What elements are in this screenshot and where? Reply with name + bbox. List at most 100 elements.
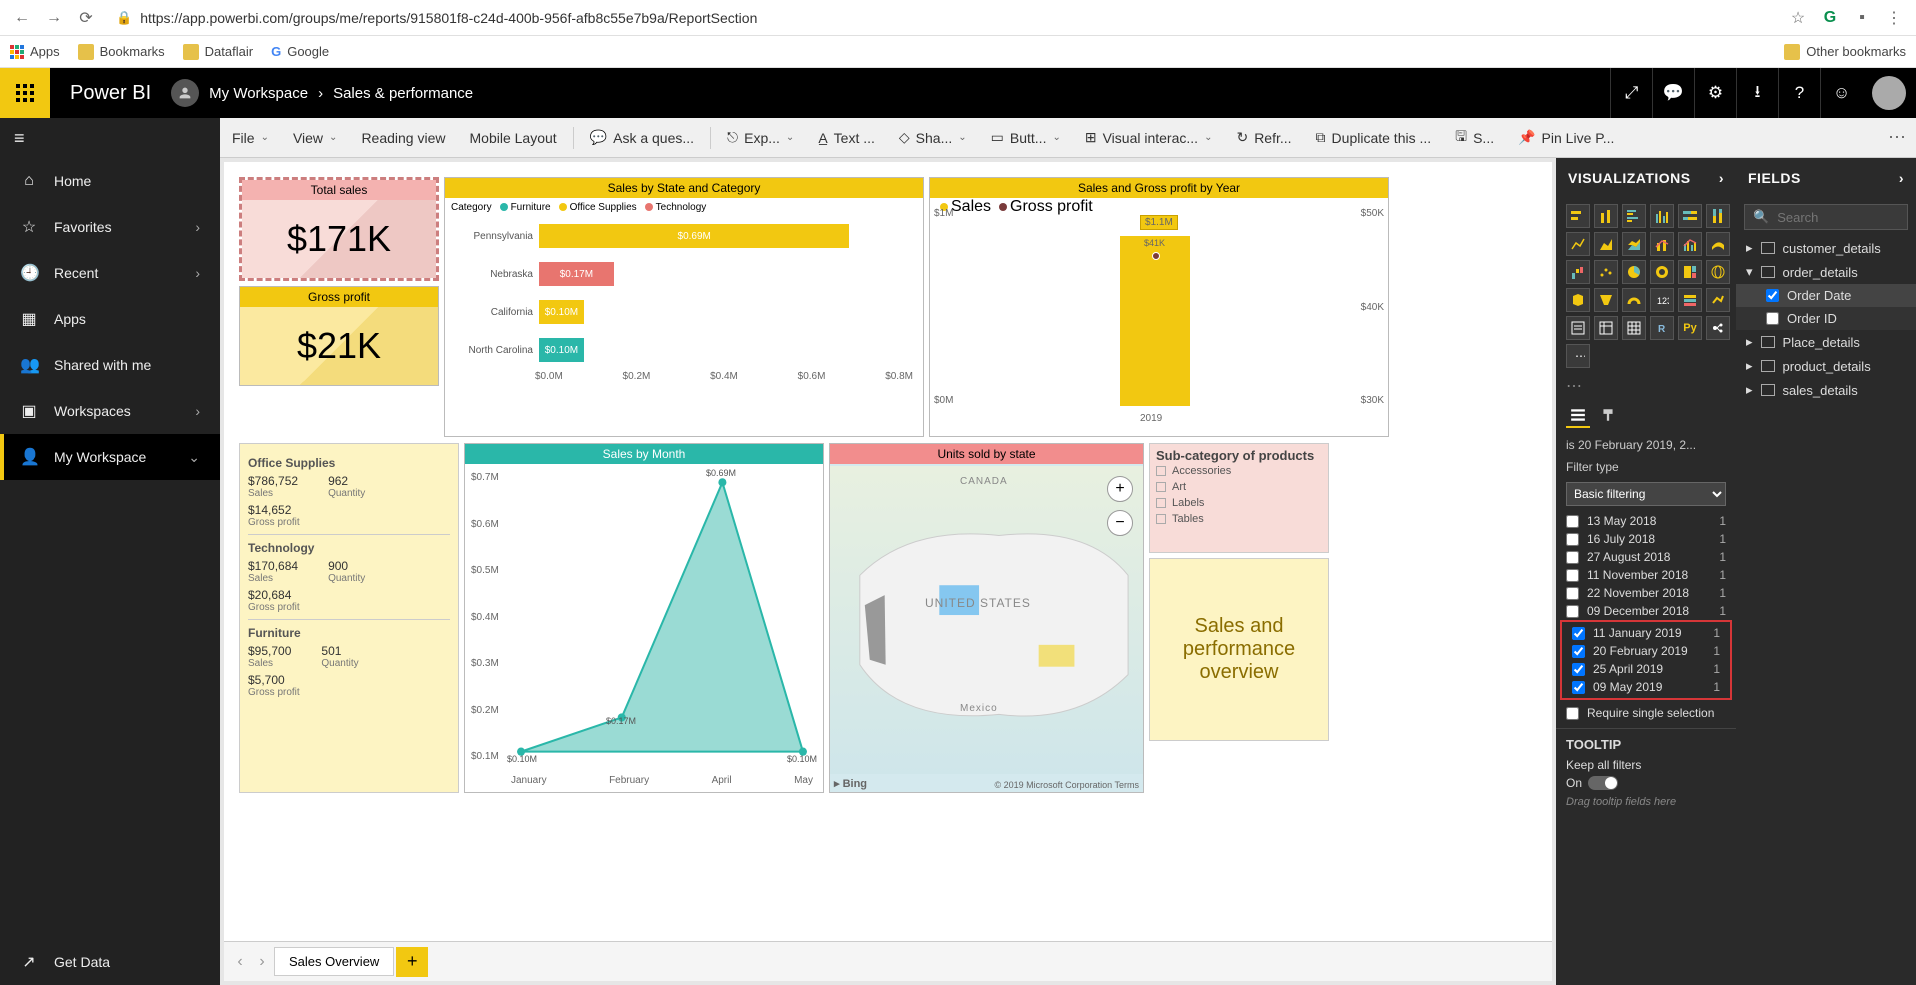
field-table[interactable]: ▸product_details [1736,354,1916,378]
other-bookmarks[interactable]: Other bookmarks [1784,44,1906,60]
bar-chart-sales-by-state[interactable]: Sales by State and Category CategoryFurn… [444,177,924,437]
report-tab[interactable]: Sales Overview [274,947,394,976]
multi-row-card[interactable]: Office Supplies$786,752Sales962Quantity$… [239,443,459,793]
bookmark-item[interactable]: GGoogle [271,44,329,59]
zoom-out-icon[interactable]: − [1107,510,1133,536]
tb-explore[interactable]: ⎋Exp...⌄ [715,118,806,158]
viz-100-column-icon[interactable] [1706,204,1730,228]
field-table[interactable]: ▸sales_details [1736,378,1916,402]
tb-more-icon[interactable]: ⋯ [1878,127,1916,148]
menu-icon[interactable]: ⋮ [1882,6,1906,30]
nav-get-data[interactable]: ↗Get Data [0,939,220,985]
map-units-sold[interactable]: Units sold by state CANADA UNITED STATES… [829,443,1144,793]
kpi-gross-profit[interactable]: Gross profit $21K [239,286,439,386]
filter-option[interactable]: 25 April 20191 [1562,660,1730,678]
viz-multi-row-icon[interactable] [1678,288,1702,312]
filter-option[interactable]: 09 December 20181 [1556,602,1736,620]
viz-stacked-bar-icon[interactable] [1566,204,1590,228]
apps-shortcut[interactable]: Apps [10,44,60,59]
brand-label[interactable]: Power BI [70,82,151,105]
feedback-icon[interactable]: ☺ [1820,68,1862,118]
require-single-selection[interactable]: Require single selection [1556,700,1736,726]
forward-icon[interactable]: → [42,6,66,30]
viz-treemap-icon[interactable] [1678,260,1702,284]
viz-stacked-column-icon[interactable] [1594,204,1618,228]
extension-icon[interactable]: ▪ [1850,6,1874,30]
viz-gauge-icon[interactable] [1622,288,1646,312]
viz-line-icon[interactable] [1566,232,1590,256]
map-body[interactable]: CANADA UNITED STATES Mexico + − [830,466,1143,774]
tb-duplicate[interactable]: ⧉Duplicate this ... [1304,118,1444,158]
slicer-subcategory[interactable]: Sub-category of products Accessories Art… [1149,443,1329,553]
nav-favorites[interactable]: ☆Favorites› [0,204,220,250]
extension-grammarly-icon[interactable]: G [1818,6,1842,30]
settings-icon[interactable]: ⚙ [1694,68,1736,118]
kpi-total-sales[interactable]: Total sales $171K [239,177,439,281]
viz-kpi-icon[interactable] [1706,288,1730,312]
filter-option[interactable]: 13 May 20181 [1556,512,1736,530]
tb-refresh[interactable]: ↻Refr... [1224,118,1303,158]
tb-view[interactable]: View⌄ [281,118,349,158]
zoom-in-icon[interactable]: + [1107,476,1133,502]
viz-stacked-area-icon[interactable] [1622,232,1646,256]
filter-option[interactable]: 27 August 20181 [1556,548,1736,566]
filter-option[interactable]: 22 November 20181 [1556,584,1736,602]
tb-buttons[interactable]: ▭Butt...⌄ [979,118,1073,158]
address-bar[interactable]: 🔒 https://app.powerbi.com/groups/me/repo… [106,10,1778,26]
viz-donut-icon[interactable] [1650,260,1674,284]
slicer-option[interactable]: Labels [1156,495,1322,511]
tb-pin[interactable]: 📌Pin Live P... [1506,118,1626,158]
viz-table-icon[interactable] [1594,316,1618,340]
user-avatar-icon[interactable] [1872,76,1906,110]
field-column[interactable]: Order Date [1736,284,1916,307]
tb-save[interactable]: 🖫S... [1443,118,1506,158]
viz-line-clustered-icon[interactable] [1678,232,1702,256]
filter-option[interactable]: 16 July 20181 [1556,530,1736,548]
nav-collapse-icon[interactable]: ≡ [0,118,220,158]
bookmark-item[interactable]: Dataflair [183,44,253,60]
field-table[interactable]: ▾order_details [1736,260,1916,284]
viz-filled-map-icon[interactable] [1566,288,1590,312]
filter-type-select[interactable]: Basic filtering [1566,482,1726,506]
viz-import-icon[interactable]: ⋯ [1566,344,1590,368]
nav-my-workspace[interactable]: 👤My Workspace⌄ [0,434,220,480]
viz-key-influencers-icon[interactable] [1706,316,1730,340]
viz-line-column-icon[interactable] [1650,232,1674,256]
nav-workspaces[interactable]: ▣Workspaces› [0,388,220,434]
tb-mobile-layout[interactable]: Mobile Layout [458,118,569,158]
viz-waterfall-icon[interactable] [1566,260,1590,284]
viz-pie-icon[interactable] [1622,260,1646,284]
panel-header[interactable]: VISUALIZATIONS› [1556,158,1736,198]
slicer-option[interactable]: Tables [1156,511,1322,527]
viz-clustered-bar-icon[interactable] [1622,204,1646,228]
nav-recent[interactable]: 🕘Recent› [0,250,220,296]
column-chart-sales-profit-year[interactable]: Sales and Gross profit by Year SalesGros… [929,177,1389,437]
viz-r-icon[interactable]: R [1650,316,1674,340]
breadcrumb-workspace[interactable]: My Workspace [209,85,308,102]
viz-slicer-icon[interactable] [1566,316,1590,340]
add-page-button[interactable]: + [396,947,428,977]
text-card-overview[interactable]: Sales and performance overview [1149,558,1329,741]
filter-option[interactable]: 11 November 20181 [1556,566,1736,584]
back-icon[interactable]: ← [10,6,34,30]
nav-apps[interactable]: ▦Apps [0,296,220,342]
viz-100-bar-icon[interactable] [1678,204,1702,228]
nav-shared[interactable]: 👥Shared with me [0,342,220,388]
line-chart-sales-by-month[interactable]: Sales by Month $0.7M$0.6M$0.5M$0.4M$0.3M… [464,443,824,793]
panel-header[interactable]: FIELDS› [1736,158,1916,198]
tb-ask-question[interactable]: 💬Ask a ques... [578,118,706,158]
viz-area-icon[interactable] [1594,232,1618,256]
bookmark-item[interactable]: Bookmarks [78,44,165,60]
field-table[interactable]: ▸customer_details [1736,236,1916,260]
viz-scatter-icon[interactable] [1594,260,1618,284]
slicer-option[interactable]: Art [1156,479,1322,495]
filter-option[interactable]: 11 January 20191 [1562,624,1730,642]
tb-visual-interactions[interactable]: ⊞Visual interac...⌄ [1073,118,1225,158]
viz-clustered-column-icon[interactable] [1650,204,1674,228]
tb-reading-view[interactable]: Reading view [349,118,457,158]
fields-search[interactable]: 🔍 [1744,204,1908,230]
viz-card-icon[interactable]: 123 [1650,288,1674,312]
filter-option[interactable]: 09 May 20191 [1562,678,1730,696]
breadcrumb-report[interactable]: Sales & performance [333,85,473,102]
more-icon[interactable]: ⋯ [1556,374,1736,398]
